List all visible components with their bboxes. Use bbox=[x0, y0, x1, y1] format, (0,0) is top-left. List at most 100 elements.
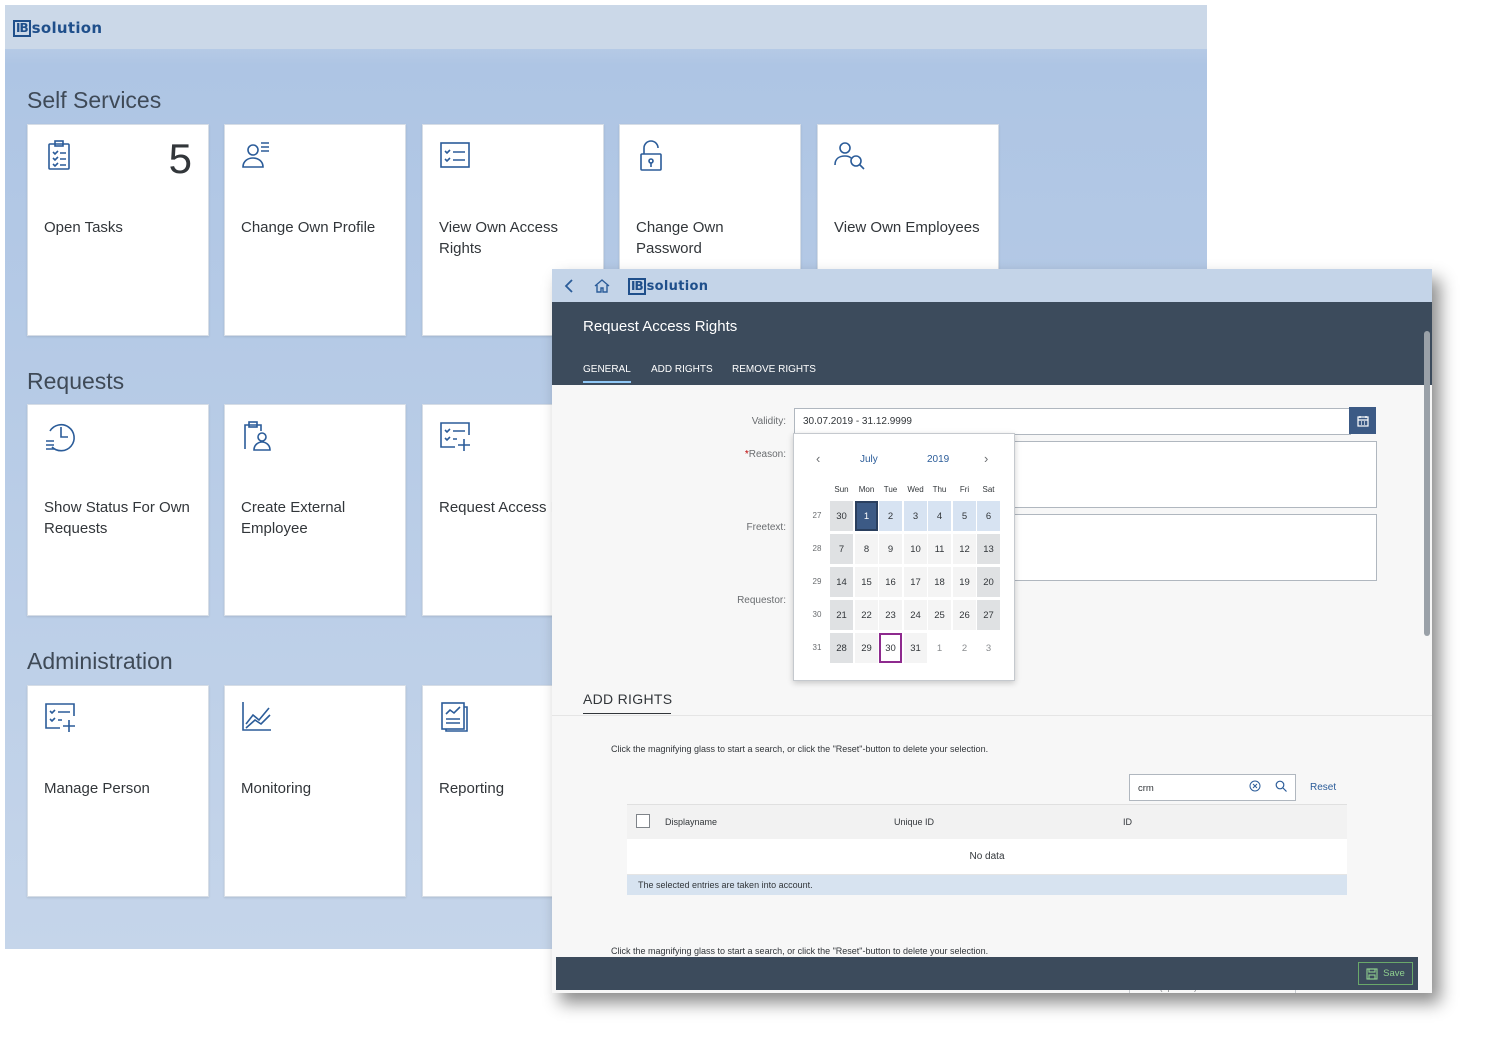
weekday-header: Fri bbox=[959, 485, 970, 494]
footer-toolbar: Save bbox=[556, 957, 1418, 990]
calendar-day[interactable]: 13 bbox=[977, 534, 1000, 564]
previous-month-button[interactable]: ‹ bbox=[816, 451, 820, 466]
line-chart-icon bbox=[242, 702, 271, 731]
reset-button[interactable]: Reset bbox=[1310, 782, 1336, 793]
clipboard-checklist-icon bbox=[48, 140, 70, 170]
shell-bar: IB solution bbox=[552, 269, 1432, 302]
calendar-day[interactable]: 25 bbox=[928, 600, 951, 630]
column-header-id[interactable]: ID bbox=[1123, 817, 1132, 827]
calendar-day[interactable]: 17 bbox=[904, 567, 927, 597]
calendar-day[interactable]: 30 bbox=[879, 633, 902, 663]
calendar-button[interactable] bbox=[1349, 407, 1376, 434]
calendar-day[interactable]: 31 bbox=[904, 633, 927, 663]
object-header: Request Access Rights GENERAL ADD RIGHTS… bbox=[552, 302, 1432, 385]
weekday-header: Sat bbox=[982, 485, 995, 494]
tile-show-status-for-own-requests[interactable]: Show Status For Own Requests bbox=[27, 404, 209, 616]
calendar-day[interactable]: 30 bbox=[830, 501, 853, 531]
column-header-unique-id[interactable]: Unique ID bbox=[894, 817, 934, 827]
week-number: 28 bbox=[812, 544, 822, 553]
calendar-day[interactable]: 29 bbox=[855, 633, 878, 663]
calendar-day[interactable]: 22 bbox=[855, 600, 878, 630]
calendar-day[interactable]: 23 bbox=[879, 600, 902, 630]
table-header: Displayname Unique ID ID bbox=[627, 804, 1347, 840]
tile-monitoring[interactable]: Monitoring bbox=[224, 685, 406, 897]
week-number: 27 bbox=[812, 511, 822, 520]
calendar-day[interactable]: 9 bbox=[879, 534, 902, 564]
section-title-add-rights: ADD RIGHTS bbox=[583, 691, 673, 707]
calendar-day[interactable]: 3 bbox=[904, 501, 927, 531]
tab-remove-rights[interactable]: REMOVE RIGHTS bbox=[732, 364, 816, 375]
calendar-day[interactable]: 7 bbox=[830, 534, 853, 564]
calendar-day[interactable]: 3 bbox=[977, 633, 1000, 663]
reason-label-text: Reason: bbox=[748, 449, 786, 460]
freetext-label: Freetext: bbox=[746, 522, 786, 533]
search-input[interactable]: crm bbox=[1129, 774, 1296, 801]
scrollbar-thumb[interactable] bbox=[1424, 331, 1430, 636]
year-button[interactable]: 2019 bbox=[927, 454, 949, 465]
calendar-day[interactable]: 2 bbox=[879, 501, 902, 531]
month-button[interactable]: July bbox=[860, 454, 878, 465]
no-data-row: No data bbox=[627, 839, 1347, 875]
clear-icon[interactable] bbox=[1249, 780, 1261, 792]
company-logo: IB solution bbox=[628, 278, 708, 295]
calendar-day[interactable]: 11 bbox=[928, 534, 951, 564]
request-access-rights-window: IB solution Request Access Rights GENERAL… bbox=[552, 269, 1432, 993]
tile-title: Monitoring bbox=[241, 780, 312, 797]
tile-title: Create External Employee bbox=[241, 499, 346, 537]
calendar-day[interactable]: 6 bbox=[977, 501, 1000, 531]
search-hint: Click the magnifying glass to start a se… bbox=[611, 744, 989, 754]
tile-title: Manage Person bbox=[44, 780, 150, 797]
tile-title: View Own Access Rights bbox=[439, 219, 558, 257]
logo-word: solution bbox=[646, 279, 709, 294]
calendar-day[interactable]: 28 bbox=[830, 633, 853, 663]
company-logo: IB solution bbox=[13, 19, 102, 37]
calendar-day[interactable]: 15 bbox=[855, 567, 878, 597]
calendar-day[interactable]: 8 bbox=[855, 534, 878, 564]
weekday-header: Thu bbox=[932, 485, 947, 494]
weekday-header: Mon bbox=[858, 485, 875, 494]
checklist-add-icon bbox=[45, 703, 75, 732]
calendar-day[interactable]: 18 bbox=[928, 567, 951, 597]
calendar-day[interactable]: 12 bbox=[953, 534, 976, 564]
calendar-day[interactable]: 20 bbox=[977, 567, 1000, 597]
page-title: Request Access Rights bbox=[583, 318, 738, 335]
tile-create-external-employee[interactable]: Create External Employee bbox=[224, 404, 406, 616]
week-number: 30 bbox=[812, 610, 822, 619]
group-title-requests: Requests bbox=[27, 368, 125, 394]
calendar-day[interactable]: 10 bbox=[904, 534, 927, 564]
column-header-displayname[interactable]: Displayname bbox=[665, 817, 717, 827]
home-button[interactable] bbox=[585, 269, 619, 302]
search-icon[interactable] bbox=[1275, 780, 1287, 792]
calendar-day[interactable]: 1 bbox=[928, 633, 951, 663]
checklist-add-icon bbox=[440, 422, 470, 451]
calendar-day[interactable]: 1 bbox=[855, 501, 878, 531]
tile-title: Open Tasks bbox=[44, 219, 123, 236]
calendar-day[interactable]: 14 bbox=[830, 567, 853, 597]
validity-input[interactable]: 30.07.2019 - 31.12.9999 bbox=[794, 408, 1351, 435]
calendar-day[interactable]: 26 bbox=[953, 600, 976, 630]
calendar-day[interactable]: 19 bbox=[953, 567, 976, 597]
calendar-day[interactable]: 21 bbox=[830, 600, 853, 630]
tile-change-own-profile[interactable]: Change Own Profile bbox=[224, 124, 406, 336]
save-button[interactable]: Save bbox=[1358, 962, 1413, 985]
calendar-day[interactable]: 27 bbox=[977, 600, 1000, 630]
validity-label: Validity: bbox=[751, 416, 786, 427]
calendar-day[interactable]: 5 bbox=[953, 501, 976, 531]
back-button[interactable] bbox=[552, 269, 586, 302]
calendar-day[interactable]: 4 bbox=[928, 501, 951, 531]
tab-add-rights[interactable]: ADD RIGHTS bbox=[651, 364, 713, 375]
calendar-day[interactable]: 16 bbox=[879, 567, 902, 597]
group-title-administration: Administration bbox=[27, 648, 173, 674]
save-icon bbox=[1366, 967, 1378, 980]
tab-general[interactable]: GENERAL bbox=[583, 364, 631, 383]
tile-manage-person[interactable]: Manage Person bbox=[27, 685, 209, 897]
next-month-button[interactable]: › bbox=[984, 451, 988, 466]
weekday-header: Sun bbox=[834, 485, 849, 494]
chevron-left-icon bbox=[564, 278, 573, 293]
tile-open-tasks[interactable]: 5 Open Tasks bbox=[27, 124, 209, 336]
calendar-day[interactable]: 24 bbox=[904, 600, 927, 630]
calendar-day[interactable]: 2 bbox=[953, 633, 976, 663]
group-title-self-services: Self Services bbox=[27, 87, 162, 113]
clipboard-person-icon bbox=[244, 421, 271, 451]
select-all-checkbox[interactable] bbox=[636, 814, 650, 828]
